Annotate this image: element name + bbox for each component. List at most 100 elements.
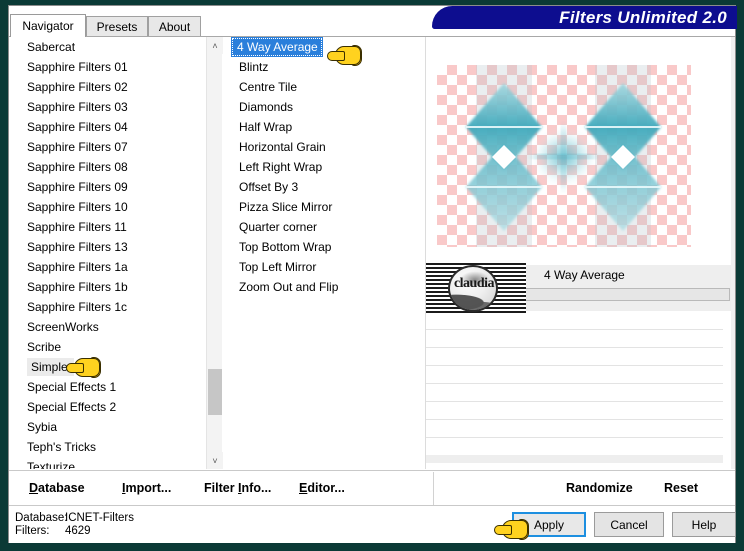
effect-parameter-slot[interactable] [522, 288, 730, 301]
list-item[interactable]: Offset By 3 [231, 177, 409, 197]
parameter-row-divider [426, 455, 723, 463]
list-item[interactable]: Sybia [9, 417, 206, 437]
list-item-label: Top Bottom Wrap [239, 240, 332, 254]
list-item[interactable]: Sapphire Filters 1c [9, 297, 206, 317]
main-panel: Sabercat Sapphire Filters 01 Sapphire Fi… [9, 37, 735, 469]
application-window: Filters Unlimited 2.0 Navigator Presets … [0, 0, 744, 551]
list-item-label: Special Effects 1 [27, 380, 117, 394]
list-item-label: Sapphire Filters 11 [27, 220, 127, 234]
list-item-label: Pizza Slice Mirror [239, 200, 333, 214]
list-item[interactable]: Centre Tile [231, 77, 409, 97]
preview-pane-scrollbar[interactable] [731, 37, 735, 469]
list-item-label: Quarter corner [239, 220, 318, 234]
filter-effect-list[interactable]: 4 Way Average Blintz Centre Tile Diamond… [231, 37, 409, 469]
list-item[interactable]: Sapphire Filters 04 [9, 117, 206, 137]
category-list-scrollbar[interactable]: ˄ ˅ [206, 37, 223, 469]
list-item[interactable]: ScreenWorks [9, 317, 206, 337]
menu-editor-label: ditor... [307, 481, 345, 495]
list-item[interactable]: Left Right Wrap [231, 157, 409, 177]
scroll-down-arrow-icon[interactable]: ˅ [207, 452, 223, 469]
cancel-button[interactable]: Cancel [594, 512, 664, 537]
list-item[interactable]: Teph's Tricks [9, 437, 206, 457]
list-item-label: Centre Tile [239, 80, 298, 94]
list-item[interactable]: Horizontal Grain [231, 137, 409, 157]
chevron-up-icon: ˄ [212, 40, 218, 51]
menu-import[interactable]: Import... [122, 481, 171, 495]
list-item-label: ScreenWorks [27, 320, 99, 334]
list-item[interactable]: Sapphire Filters 08 [9, 157, 206, 177]
chevron-down-icon: ˅ [212, 455, 218, 466]
status-database-value: ICNET-Filters [65, 512, 134, 524]
list-item-label: Sapphire Filters 04 [27, 120, 128, 134]
menu-editor[interactable]: Editor... [299, 481, 345, 495]
list-item[interactable]: Top Bottom Wrap [231, 237, 409, 257]
menu-filter-info-prefix: Filter [204, 481, 239, 495]
list-item[interactable]: Diamonds [231, 97, 409, 117]
menu-filter-info[interactable]: Filter Info... [204, 481, 271, 495]
parameter-row-divider [426, 329, 723, 330]
list-item[interactable]: Special Effects 2 [9, 397, 206, 417]
action-menu-bar: Database Import... Filter Info... Editor… [9, 470, 735, 505]
list-item-label: Sapphire Filters 1a [27, 260, 128, 274]
hand-cursor-icon [494, 517, 529, 541]
selected-effect-label: 4 Way Average [544, 268, 625, 282]
list-item-selected[interactable]: Simple [9, 357, 206, 377]
list-item[interactable]: Sapphire Filters 01 [9, 57, 206, 77]
claudia-watermark-logo: claudia [426, 263, 526, 315]
scrollbar-thumb[interactable] [208, 369, 222, 415]
list-item[interactable]: Pizza Slice Mirror [231, 197, 409, 217]
menu-reset[interactable]: Reset [664, 481, 698, 495]
tab-navigator-label: Navigator [22, 19, 74, 33]
menu-filter-info-label: nfo... [241, 481, 272, 495]
list-item[interactable]: Special Effects 1 [9, 377, 206, 397]
list-item[interactable]: Sapphire Filters 07 [9, 137, 206, 157]
status-filters-key: Filters: [15, 525, 50, 537]
tab-about[interactable]: About [148, 16, 201, 37]
menu-divider [433, 472, 434, 505]
tab-navigator[interactable]: Navigator [10, 14, 86, 37]
list-item[interactable]: Sapphire Filters 10 [9, 197, 206, 217]
help-button-label: Help [691, 517, 717, 532]
list-item[interactable]: Zoom Out and Flip [231, 277, 409, 297]
status-database: Database:ICNET-Filters [15, 512, 134, 524]
list-item-label: Sapphire Filters 01 [27, 60, 128, 74]
menu-database[interactable]: Database [29, 481, 85, 495]
list-item[interactable]: Texturize [9, 457, 206, 469]
filter-category-list[interactable]: Sabercat Sapphire Filters 01 Sapphire Fi… [9, 37, 206, 469]
title-banner-cap [735, 6, 737, 29]
tab-about-label: About [158, 20, 191, 34]
menu-randomize[interactable]: Randomize [566, 481, 633, 495]
list-item-label: Sybia [27, 420, 58, 434]
list-item[interactable]: Quarter corner [231, 217, 409, 237]
list-item[interactable]: Sapphire Filters 03 [9, 97, 206, 117]
scroll-up-arrow-icon[interactable]: ˄ [207, 37, 223, 54]
menu-database-label: atabase [38, 481, 85, 495]
list-item-label: Half Wrap [239, 120, 293, 134]
list-item[interactable]: Sapphire Filters 1a [9, 257, 206, 277]
list-item-label: Texturize [27, 460, 76, 469]
tab-presets[interactable]: Presets [86, 16, 148, 37]
status-filters: Filters: 4629 [15, 525, 91, 537]
help-button[interactable]: Help [672, 512, 736, 537]
list-item-label: 4 Way Average [231, 37, 323, 57]
list-item-selected[interactable]: 4 Way Average [231, 37, 409, 57]
list-item-label: Horizontal Grain [239, 140, 326, 154]
list-item[interactable]: Sapphire Filters 11 [9, 217, 206, 237]
list-item[interactable]: Scribe [9, 337, 206, 357]
menu-import-label: mport... [125, 481, 172, 495]
hand-cursor-icon [66, 355, 101, 379]
list-item[interactable]: Sapphire Filters 13 [9, 237, 206, 257]
list-item[interactable]: Sapphire Filters 02 [9, 77, 206, 97]
list-item[interactable]: Blintz [231, 57, 409, 77]
list-item-label: Teph's Tricks [27, 440, 96, 454]
list-item[interactable]: Half Wrap [231, 117, 409, 137]
list-item[interactable]: Sapphire Filters 09 [9, 177, 206, 197]
preview-pane: 4 Way Average claudia [426, 37, 735, 469]
list-item-label: Special Effects 2 [27, 400, 117, 414]
apply-button-label: Apply [533, 517, 565, 532]
parameter-row-divider [426, 383, 723, 384]
list-item[interactable]: Sapphire Filters 1b [9, 277, 206, 297]
list-item[interactable]: Sabercat [9, 37, 206, 57]
list-item-label: Zoom Out and Flip [239, 280, 339, 294]
list-item[interactable]: Top Left Mirror [231, 257, 409, 277]
